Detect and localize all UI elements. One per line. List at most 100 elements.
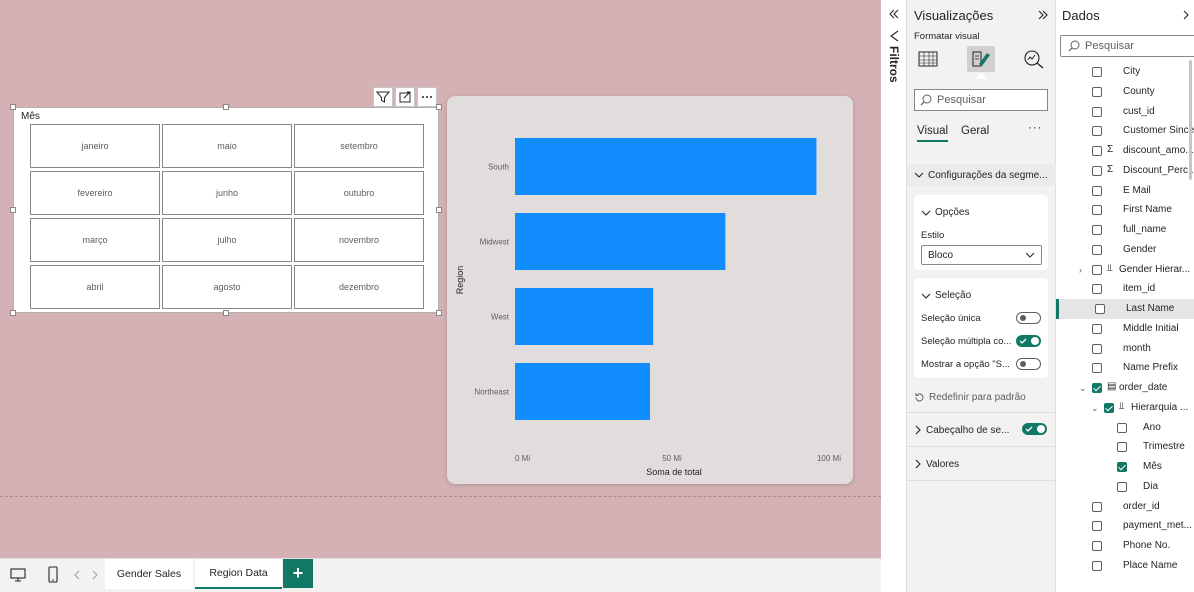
- field-checkbox[interactable]: [1092, 165, 1102, 176]
- resize-handle[interactable]: [436, 310, 442, 316]
- field-item[interactable]: Ano: [1056, 418, 1194, 438]
- bar-south[interactable]: [515, 138, 817, 195]
- field-item[interactable]: Gender: [1056, 240, 1194, 260]
- field-checkbox[interactable]: [1092, 106, 1102, 117]
- region-bar-chart[interactable]: South Midwest West Northeast 0 Mi 50 Mi 100 Mi…: [447, 96, 853, 484]
- chevron-right-icon[interactable]: ›: [1079, 265, 1082, 275]
- field-checkbox[interactable]: [1092, 264, 1102, 275]
- field-item[interactable]: E Mail: [1056, 181, 1194, 201]
- data-search-input[interactable]: Pesquisar: [1060, 35, 1194, 57]
- resize-handle[interactable]: [10, 104, 16, 110]
- field-item[interactable]: Place Name: [1056, 556, 1194, 576]
- field-item[interactable]: Middle Initial: [1056, 319, 1194, 339]
- slicer-tile[interactable]: maio: [162, 124, 292, 168]
- field-item[interactable]: Σdiscount_amo...: [1056, 141, 1194, 161]
- collapse-pane-icon[interactable]: [1037, 9, 1049, 24]
- field-item[interactable]: order_id: [1056, 497, 1194, 517]
- field-checkbox[interactable]: [1117, 422, 1127, 433]
- field-checkbox[interactable]: [1092, 323, 1102, 334]
- resize-handle[interactable]: [436, 104, 442, 110]
- field-checkbox[interactable]: [1092, 244, 1102, 255]
- field-item[interactable]: Customer Since: [1056, 121, 1194, 141]
- field-checkbox[interactable]: [1117, 481, 1127, 492]
- slicer-tile[interactable]: agosto: [162, 265, 292, 309]
- field-item[interactable]: full_name: [1056, 220, 1194, 240]
- chevron-left-icon[interactable]: [70, 565, 84, 585]
- page-tab-region-data[interactable]: Region Data: [195, 559, 282, 589]
- style-dropdown[interactable]: Bloco: [921, 245, 1042, 265]
- multi-select-toggle[interactable]: [1016, 335, 1041, 347]
- field-checkbox[interactable]: [1092, 225, 1102, 235]
- field-checkbox[interactable]: [1092, 126, 1102, 137]
- resize-handle[interactable]: [223, 310, 229, 316]
- field-checkbox[interactable]: [1104, 402, 1114, 413]
- format-visual-icon[interactable]: [967, 46, 995, 72]
- section-slicer-settings[interactable]: Configurações da segme...: [907, 164, 1056, 186]
- field-item[interactable]: payment_met...: [1056, 516, 1194, 536]
- tab-visual[interactable]: Visual: [917, 125, 949, 142]
- slicer-tile[interactable]: junho: [162, 171, 292, 215]
- slicer-tile[interactable]: outubro: [294, 171, 424, 215]
- page-tab-gender-sales[interactable]: Gender Sales: [105, 559, 193, 589]
- mobile-layout-icon[interactable]: [43, 565, 63, 585]
- field-checkbox[interactable]: [1092, 363, 1102, 374]
- field-checkbox[interactable]: [1092, 284, 1102, 295]
- desktop-layout-icon[interactable]: [8, 565, 28, 585]
- collapse-data-pane-icon[interactable]: [1182, 9, 1192, 24]
- report-canvas[interactable]: Mês janeiro maio setembro fevereiro junh…: [0, 0, 881, 558]
- single-select-toggle[interactable]: [1016, 312, 1041, 324]
- field-checkbox[interactable]: [1092, 501, 1102, 512]
- field-item[interactable]: ⌄ ⫫ Hierarquia ...: [1056, 398, 1194, 418]
- analytics-icon[interactable]: [1020, 46, 1048, 72]
- resize-handle[interactable]: [10, 207, 16, 213]
- slicer-tile[interactable]: dezembro: [294, 265, 424, 309]
- field-checkbox[interactable]: [1117, 442, 1127, 453]
- reset-default-button[interactable]: Redefinir para padrão: [907, 389, 1056, 405]
- field-checkbox[interactable]: [1092, 185, 1102, 196]
- build-visual-icon[interactable]: [914, 46, 942, 72]
- slicer-header-toggle[interactable]: [1022, 423, 1047, 435]
- field-checkbox[interactable]: [1092, 383, 1102, 393]
- field-checkbox[interactable]: [1117, 462, 1127, 472]
- slicer-tile[interactable]: novembro: [294, 218, 424, 262]
- chevron-down-icon[interactable]: ⌄: [1091, 403, 1099, 414]
- tab-geral[interactable]: Geral: [961, 125, 989, 137]
- more-options-icon[interactable]: [417, 87, 437, 107]
- slicer-tile[interactable]: fevereiro: [30, 171, 160, 215]
- viz-search-input[interactable]: Pesquisar: [914, 89, 1048, 111]
- field-item[interactable]: Σ Discount_Perc...: [1056, 161, 1194, 181]
- field-item[interactable]: City: [1056, 62, 1194, 82]
- chevron-down-icon[interactable]: ⌄: [1079, 383, 1087, 394]
- section-values[interactable]: Valores: [907, 456, 1056, 472]
- slicer-tile[interactable]: janeiro: [30, 124, 160, 168]
- field-item[interactable]: Dia: [1056, 477, 1194, 497]
- field-item[interactable]: First Name: [1056, 200, 1194, 220]
- field-item[interactable]: Last Name: [1056, 299, 1194, 319]
- field-item[interactable]: ⌄ ▤ order_date: [1056, 378, 1194, 398]
- resize-handle[interactable]: [223, 104, 229, 110]
- bar-midwest[interactable]: [515, 213, 726, 270]
- chevron-right-icon[interactable]: [88, 565, 102, 585]
- filters-pane-collapsed[interactable]: Filtros: [881, 0, 907, 592]
- month-slicer[interactable]: Mês janeiro maio setembro fevereiro junh…: [10, 104, 442, 316]
- field-checkbox[interactable]: [1092, 343, 1102, 354]
- field-checkbox[interactable]: [1095, 304, 1105, 314]
- resize-handle[interactable]: [436, 207, 442, 213]
- slicer-tile[interactable]: abril: [30, 265, 160, 309]
- add-page-button[interactable]: +: [283, 559, 313, 588]
- field-item[interactable]: › ⫫ Gender Hierar...: [1056, 260, 1194, 280]
- field-checkbox[interactable]: [1092, 86, 1102, 97]
- slicer-tile[interactable]: julho: [162, 218, 292, 262]
- field-item[interactable]: Trimestre: [1056, 437, 1194, 457]
- resize-handle[interactable]: [10, 310, 16, 316]
- scrollbar[interactable]: [1189, 60, 1192, 180]
- field-item[interactable]: Name Prefix: [1056, 358, 1194, 378]
- selection-header[interactable]: Seleção: [921, 290, 971, 301]
- field-checkbox[interactable]: [1092, 541, 1102, 551]
- more-options-icon[interactable]: ···: [1028, 122, 1043, 134]
- field-checkbox[interactable]: [1092, 521, 1102, 532]
- field-checkbox[interactable]: [1092, 146, 1102, 156]
- field-item[interactable]: Mês: [1056, 457, 1194, 477]
- field-item[interactable]: item_id: [1056, 279, 1194, 299]
- field-checkbox[interactable]: [1092, 205, 1102, 216]
